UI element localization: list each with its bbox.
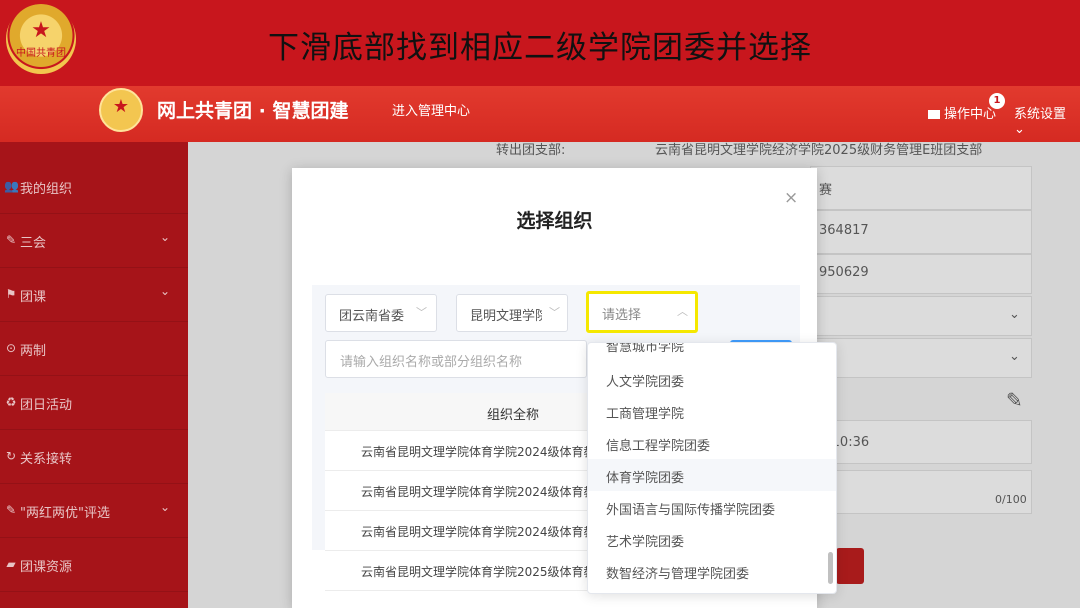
dropdown-option[interactable]: 工商管理学院 xyxy=(588,395,836,427)
chevron-up-icon: ︿ xyxy=(677,305,688,318)
circle-icon: ⊙ xyxy=(5,341,17,355)
college-select[interactable]: 请选择 ︿ xyxy=(586,291,698,333)
dropdown-option-clipped[interactable]: 智慧城市学院 xyxy=(606,343,684,355)
sidebar-item-my-org[interactable]: 👥 我的组织 xyxy=(0,160,188,214)
chevron-down-icon: ⌄ xyxy=(1009,307,1020,322)
enter-admin-link[interactable]: 进入管理中心 xyxy=(392,100,470,119)
edit-icon[interactable]: ✎ xyxy=(1006,388,1023,412)
submit-button[interactable] xyxy=(836,548,864,584)
time-field[interactable]: 3:10:36 xyxy=(810,420,1032,464)
chevron-down-icon: ⌄ xyxy=(160,230,171,244)
sidebar-item-transfer[interactable]: ↻ 关系接转 xyxy=(0,430,188,484)
instruction-banner: ★ 中国共青团 下滑底部找到相应二级学院团委并选择 xyxy=(0,0,1080,86)
folder-icon: ▰ xyxy=(6,557,16,571)
recycle-icon: ♻ xyxy=(5,395,17,409)
college-dropdown[interactable]: 智慧城市学院 人文学院团委 工商管理学院 信息工程学院团委 体育学院团委 外国语… xyxy=(587,342,837,594)
dropdown-option[interactable]: 人文学院团委 xyxy=(588,363,836,395)
sidebar-item-three-meetings[interactable]: ✎ 三会 ⌄ xyxy=(0,214,188,268)
sidebar-item-two-systems[interactable]: ⊙ 两制 xyxy=(0,322,188,376)
school-select[interactable]: 昆明文理学院 ﹀ xyxy=(456,294,568,332)
number-field-1[interactable]: 364817 xyxy=(810,210,1032,254)
dropdown-option-hovered[interactable]: 体育学院团委 xyxy=(588,459,836,491)
flag-icon: ⚑ xyxy=(5,287,17,301)
refresh-icon: ↻ xyxy=(5,449,17,463)
mail-icon xyxy=(928,110,940,119)
app-header: ★ 网上共青团 · 智慧团建 进入管理中心 操作中心 1 系统设置 ⌄ xyxy=(0,86,1080,142)
chevron-down-icon: ﹀ xyxy=(549,306,560,319)
dropdown-scrollbar[interactable] xyxy=(828,552,833,584)
dropdown-option[interactable]: 数智经济与管理学院团委 xyxy=(588,555,836,587)
ops-center-link[interactable]: 操作中心 xyxy=(928,103,996,122)
select-field-1[interactable]: ⌄ xyxy=(810,296,1032,336)
dropdown-option[interactable]: 艺术学院团委 xyxy=(588,523,836,555)
edit-icon: ✎ xyxy=(5,503,17,517)
chevron-down-icon: ⌄ xyxy=(160,500,171,514)
branch-label: 转出团支部: xyxy=(496,143,566,158)
app-logo-icon: ★ xyxy=(99,88,143,132)
system-settings-menu[interactable]: 系统设置 ⌄ xyxy=(1014,103,1080,137)
dropdown-option[interactable]: 外国语言与国际传播学院团委 xyxy=(588,491,836,523)
edit-icon: ✎ xyxy=(5,233,17,247)
users-icon: 👥 xyxy=(4,179,19,193)
remark-textarea[interactable]: 0/100 xyxy=(810,470,1032,514)
sidebar-item-league-class[interactable]: ⚑ 团课 ⌄ xyxy=(0,268,188,322)
name-field[interactable]: 赛 xyxy=(810,166,1032,210)
sidebar-item-evaluation[interactable]: ✎ "两红两优"评选 ⌄ xyxy=(0,484,188,538)
sidebar-item-resources[interactable]: ▰ 团课资源 xyxy=(0,538,188,592)
province-select[interactable]: 团云南省委 ﹀ xyxy=(325,294,437,332)
banner-title: 下滑底部找到相应二级学院团委并选择 xyxy=(268,30,812,66)
chevron-down-icon: ⌄ xyxy=(1009,349,1020,364)
sidebar-item-league-day[interactable]: ♻ 团日活动 xyxy=(0,376,188,430)
app-name: 网上共青团 · 智慧团建 xyxy=(157,100,349,122)
close-icon[interactable]: × xyxy=(784,188,798,208)
number-field-2[interactable]: 950629 xyxy=(810,254,1032,294)
chevron-down-icon: ﹀ xyxy=(416,306,427,319)
branch-value: 云南省昆明文理学院经济学院2025级财务管理E班团支部 xyxy=(655,143,983,158)
notification-badge: 1 xyxy=(989,93,1005,109)
modal-title: 选择组织 xyxy=(516,210,593,232)
sidebar: 👥 我的组织 ✎ 三会 ⌄ ⚑ 团课 ⌄ ⊙ 两制 ♻ 团日活动 ↻ 关系接转 ✎ "两红两优"评… xyxy=(0,142,188,608)
chevron-down-icon: ⌄ xyxy=(160,284,171,298)
dropdown-option[interactable]: 信息工程学院团委 xyxy=(588,427,836,459)
org-search-input[interactable]: 请输入组织名称或部分组织名称 xyxy=(325,340,587,378)
select-field-2[interactable]: ⌄ xyxy=(810,338,1032,378)
